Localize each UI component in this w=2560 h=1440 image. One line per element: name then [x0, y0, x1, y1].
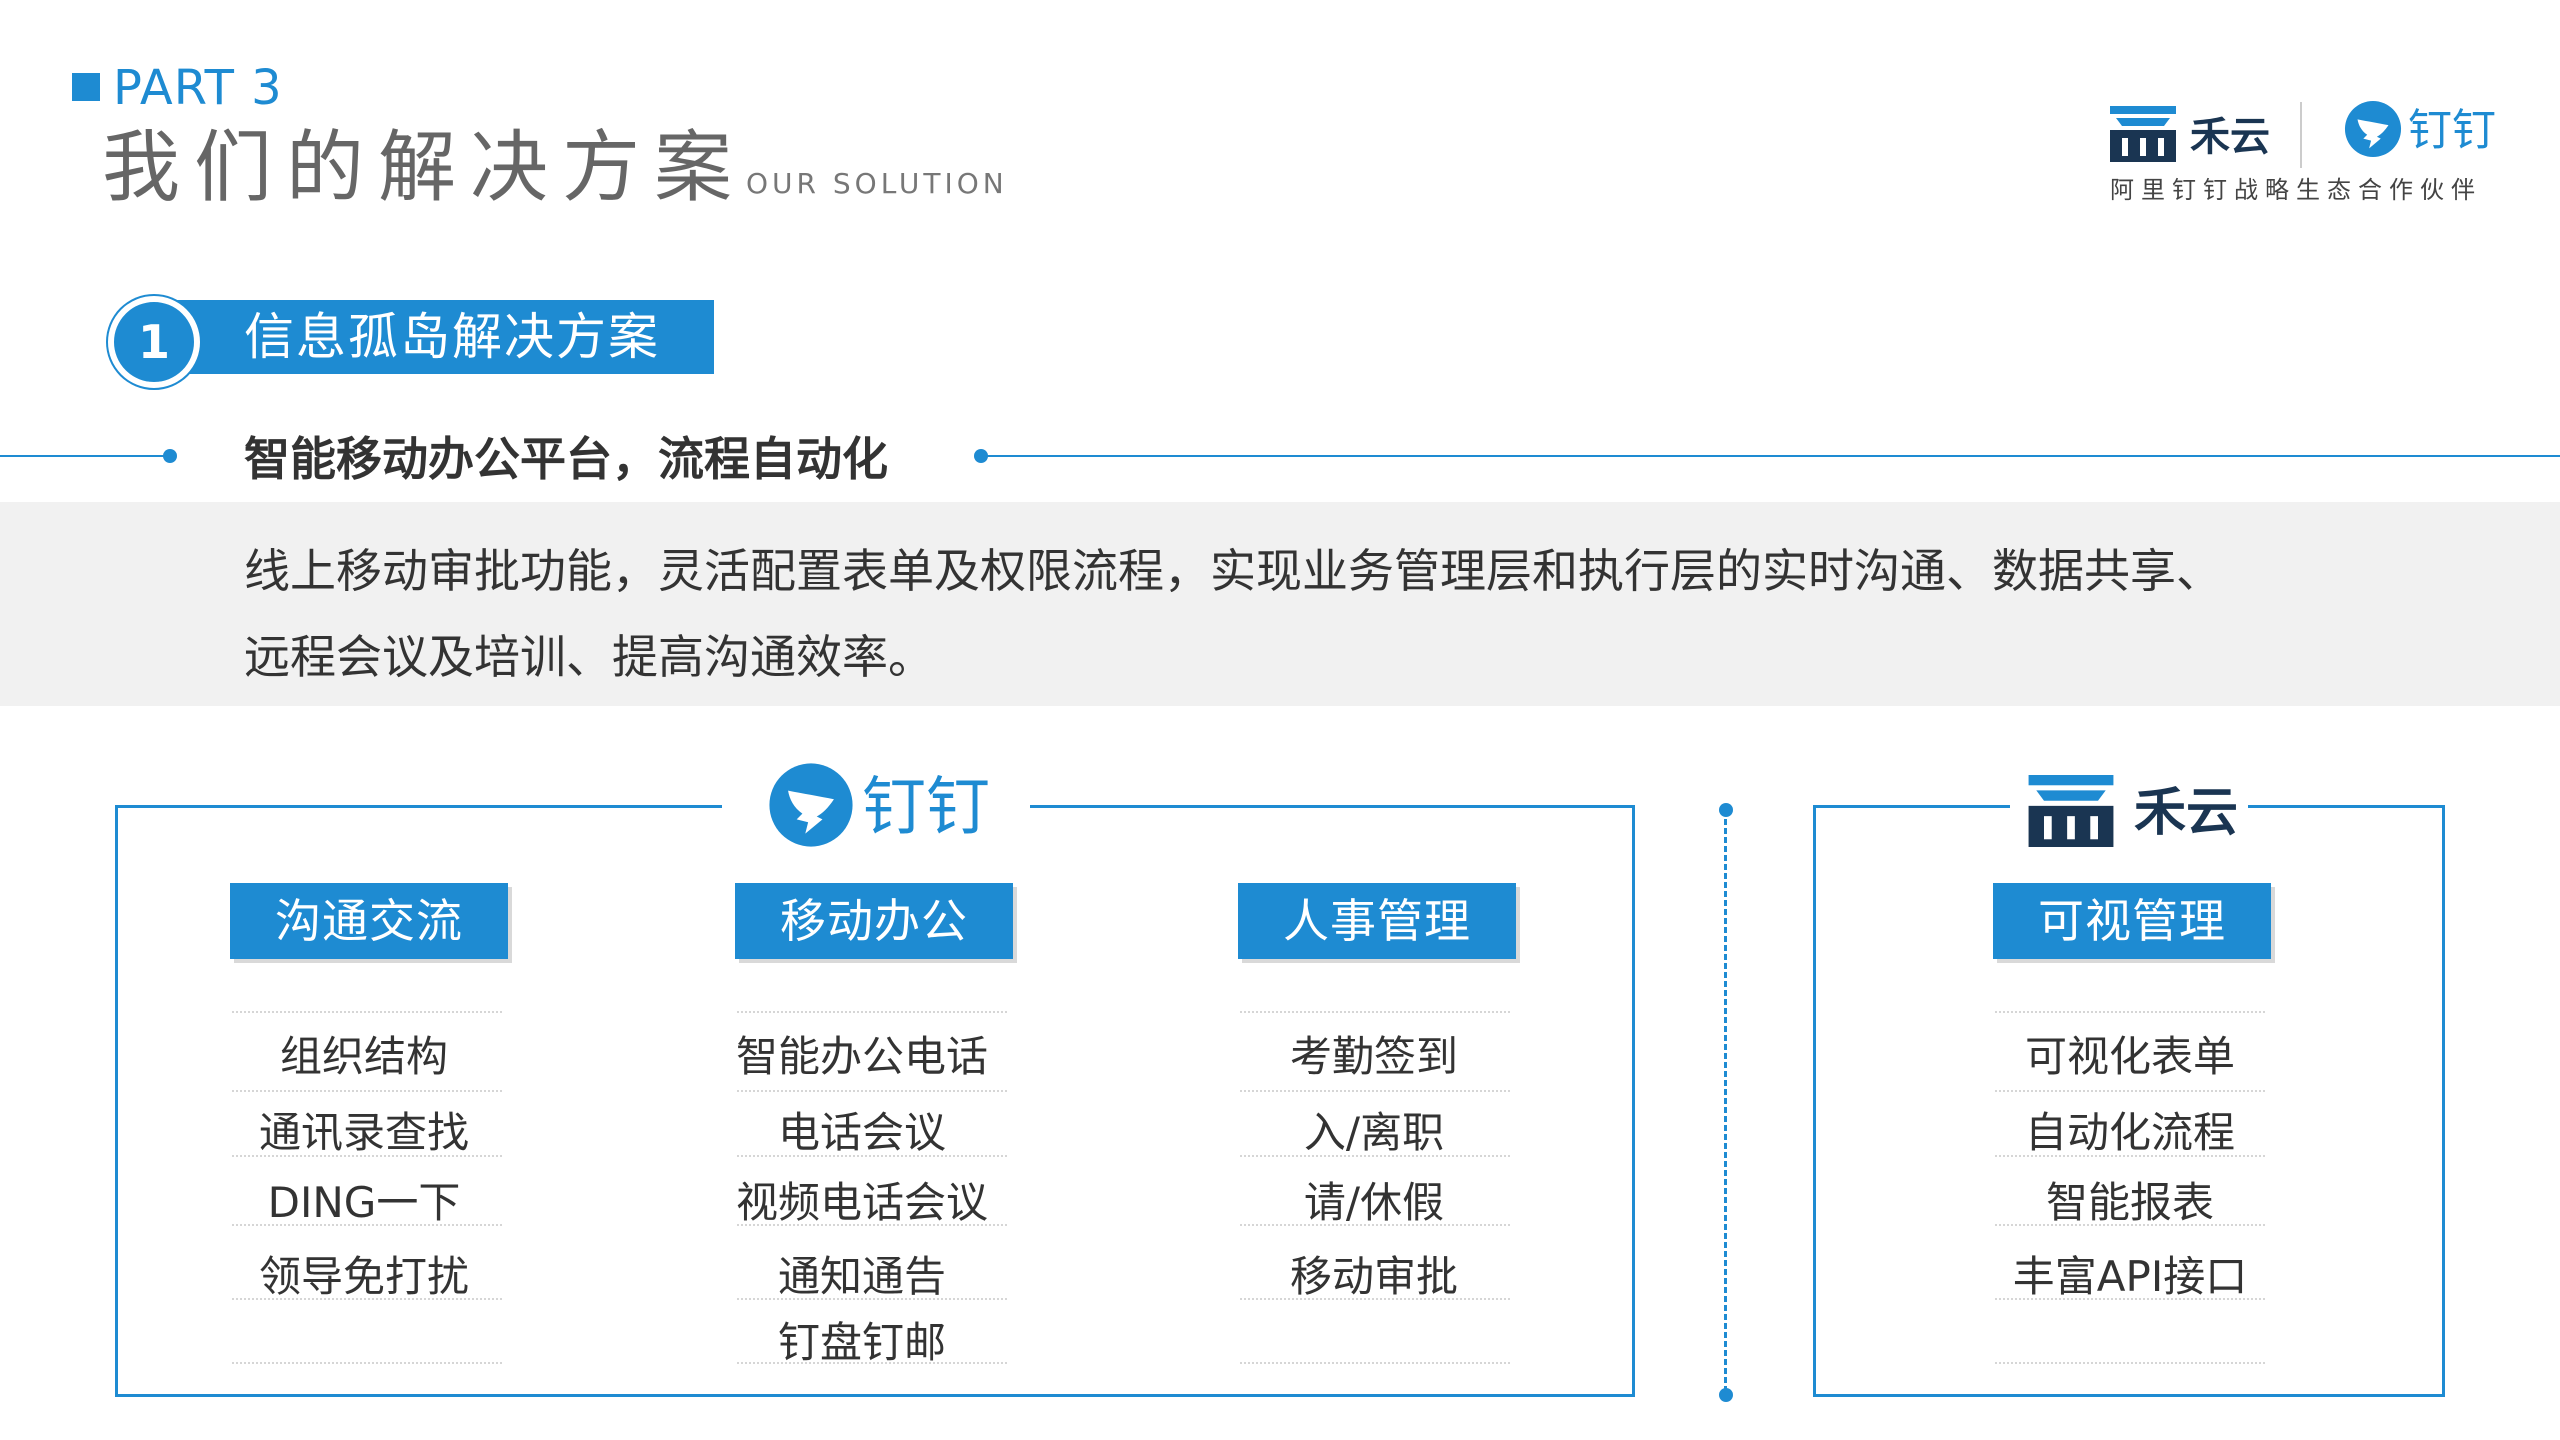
section-heading: 智能移动办公平台，流程自动化 [244, 432, 888, 486]
item-separator [1240, 1011, 1510, 1013]
xiyun-panel-title: 禾云 [2134, 783, 2239, 843]
section-number: 1 [137, 315, 170, 369]
item-separator [232, 1224, 502, 1226]
xiyun-building-icon [2110, 106, 2176, 162]
item-separator [1995, 1011, 2265, 1013]
description-line: 线上移动审批功能，灵活配置表单及权限流程，实现业务管理层和执行层的实时沟通、数据… [244, 544, 2222, 598]
divider-dot-bottom [1719, 1388, 1733, 1402]
list-item: 钉盘钉邮 [777, 1318, 946, 1367]
dingtalk-panel-title: 钉钉 [862, 771, 990, 845]
item-separator [232, 1090, 502, 1092]
item-separator [737, 1224, 1007, 1226]
list-item: 智能办公电话 [735, 1032, 988, 1081]
list-item: 可视化表单 [2024, 1032, 2235, 1081]
item-separator [1995, 1224, 2265, 1226]
item-separator [1995, 1155, 2265, 1157]
partner-tagline: 阿里钉钉战略生态合作伙伴 [2110, 176, 2482, 204]
section-title: 信息孤岛解决方案 [244, 308, 660, 366]
item-separator [1240, 1090, 1510, 1092]
list-item: 考勤签到 [1289, 1032, 1458, 1081]
item-separator [1995, 1298, 2265, 1300]
item-separator [737, 1011, 1007, 1013]
section-description: 线上移动审批功能，灵活配置表单及权限流程，实现业务管理层和执行层的实时沟通、数据… [244, 528, 2444, 700]
item-separator [737, 1155, 1007, 1157]
category-visual-management: 可视管理 [1993, 883, 2271, 959]
item-separator [737, 1298, 1007, 1300]
item-separator [1240, 1362, 1510, 1364]
logo-divider [2300, 102, 2302, 168]
category-mobile-office: 移动办公 [735, 883, 1013, 959]
category-communication: 沟通交流 [230, 883, 508, 959]
description-line: 远程会议及培训、提高沟通效率。 [244, 630, 934, 684]
item-separator [737, 1362, 1007, 1364]
item-separator [1995, 1090, 2265, 1092]
item-separator [737, 1090, 1007, 1092]
item-separator [1995, 1362, 2265, 1364]
item-separator [232, 1362, 502, 1364]
dingtalk-wing-icon [2344, 100, 2402, 158]
item-separator [1240, 1224, 1510, 1226]
heading-dot-left [163, 449, 177, 463]
list-item: 组织结构 [279, 1032, 448, 1081]
heading-line-left [0, 455, 170, 457]
part-label: PART 3 [113, 60, 283, 116]
dingtalk-wing-icon [769, 763, 853, 847]
dingtalk-brand-name: 钉钉 [2408, 105, 2496, 156]
xiyun-building-icon [2028, 775, 2114, 847]
xiyun-brand-name: 禾云 [2190, 114, 2270, 160]
item-separator [1240, 1298, 1510, 1300]
part-marker-square [72, 73, 100, 101]
item-separator [232, 1298, 502, 1300]
page-subtitle: OUR SOLUTION [746, 167, 1008, 200]
item-separator [232, 1011, 502, 1013]
panel-divider [1724, 810, 1727, 1392]
page-title: 我们的解决方案 [102, 123, 747, 213]
heading-line-right [980, 455, 2560, 457]
item-separator [1240, 1155, 1510, 1157]
item-separator [232, 1155, 502, 1157]
category-hr-management: 人事管理 [1238, 883, 1516, 959]
